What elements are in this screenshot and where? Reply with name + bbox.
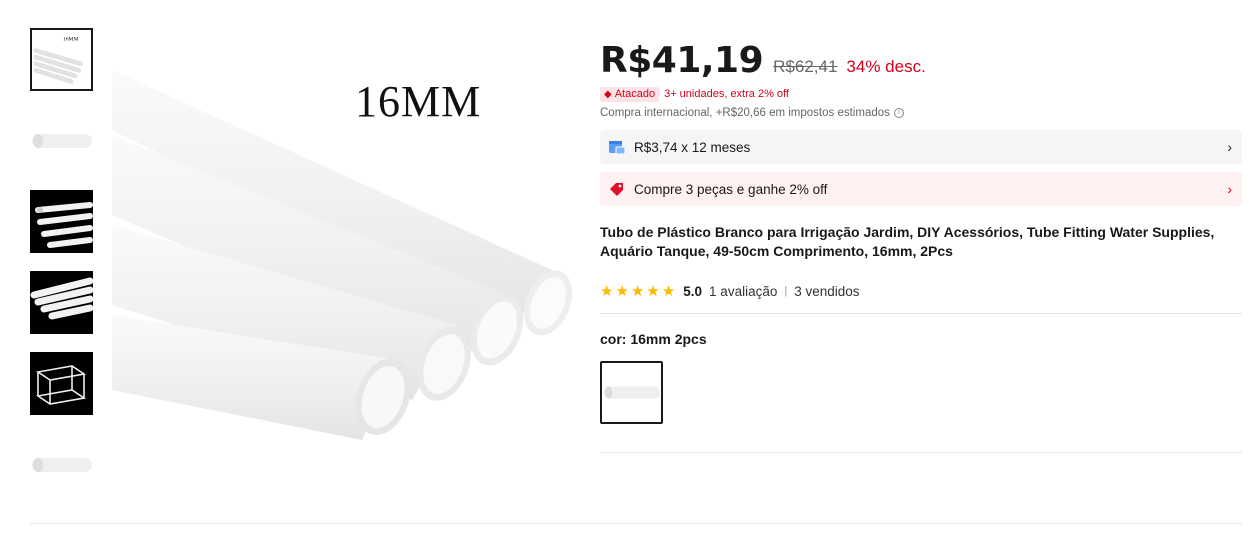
rating-row[interactable]: ★ ★ ★ ★ ★ 5.0 1 avaliação | 3 vendidos — [600, 281, 1242, 301]
coupon-tag-icon — [608, 180, 626, 198]
thumbnail-1[interactable]: 16MM — [30, 28, 93, 91]
thumbnail-2[interactable] — [30, 109, 93, 172]
import-tax-text: Compra internacional, +R$20,66 em impost… — [600, 107, 890, 119]
chevron-right-icon: › — [1227, 181, 1232, 197]
separator: | — [784, 285, 788, 297]
pipes-black-background-thumbnail — [30, 190, 93, 253]
installments-bar[interactable]: R$3,74 x 12 meses › — [600, 130, 1242, 164]
aquarium-frame-thumbnail — [30, 352, 93, 415]
sold-count: 3 vendidos — [794, 283, 860, 299]
thumbnail-size-label: 16MM — [63, 36, 79, 42]
promo-bar[interactable]: Compre 3 peças e ganhe 2% off › — [600, 172, 1242, 206]
wholesale-row: ◆ Atacado 3+ unidades, extra 2% off — [600, 86, 1242, 102]
star-icon: ★ — [615, 282, 629, 300]
original-price: R$62,41 — [773, 57, 838, 76]
main-product-image[interactable] — [112, 60, 582, 480]
info-icon[interactable]: i — [893, 108, 904, 118]
discount-label: 34% desc. — [846, 57, 926, 76]
star-icon: ★ — [630, 282, 645, 300]
thumbnail-gallery: 16MM — [30, 28, 95, 514]
wholesale-text: 3+ unidades, extra 2% off — [664, 88, 789, 100]
product-info: R$41,19 R$62,41 34% desc. ◆ Atacado 3+ u… — [600, 40, 1242, 453]
star-rating: ★ ★ ★ ★ ★ — [600, 284, 675, 299]
chevron-right-icon: › — [1227, 139, 1232, 155]
star-icon: ★ — [661, 282, 676, 300]
reviews-count[interactable]: 1 avaliação — [709, 284, 777, 299]
star-icon: ★ — [646, 282, 660, 300]
price-row: R$41,19 R$62,41 34% desc. — [600, 40, 1242, 82]
single-pipe-swatch-image — [602, 363, 661, 422]
wholesale-badge: ◆ Atacado — [600, 86, 660, 102]
thumbnail-6[interactable] — [30, 433, 93, 496]
import-tax-row: Compra internacional, +R$20,66 em impost… — [600, 105, 1242, 121]
color-label-row: cor: 16mm 2pcs — [600, 331, 1242, 347]
thumbnail-5[interactable] — [30, 352, 93, 415]
pipes-bundle-16mm-thumbnail: 16MM — [32, 30, 91, 89]
single-pipe-thumbnail — [30, 433, 93, 496]
calendar-card-icon — [608, 138, 626, 156]
current-price: R$41,19 — [600, 40, 764, 81]
single-pipe-thumbnail — [30, 109, 93, 172]
color-label: cor: — [600, 331, 627, 347]
rating-value: 5.0 — [683, 283, 703, 299]
star-icon: ★ — [600, 282, 614, 300]
white-pipes-image — [112, 60, 582, 480]
color-swatch-16mm-2pcs[interactable] — [600, 361, 663, 424]
divider — [600, 313, 1242, 314]
thumbnail-4[interactable] — [30, 271, 93, 334]
divider — [600, 452, 1242, 453]
product-title: Tubo de Plástico Branco para Irrigação J… — [600, 224, 1215, 259]
installments-label: R$3,74 x 12 meses — [634, 139, 751, 155]
tag-icon: ◆ — [604, 88, 612, 100]
main-image-size-label: 16MM — [355, 77, 482, 126]
section-divider — [30, 523, 1242, 524]
promo-label: Compre 3 peças e ganhe 2% off — [634, 181, 828, 197]
thumbnail-3[interactable] — [30, 190, 93, 253]
color-value: 16mm 2pcs — [630, 331, 707, 347]
pipes-row-black-background-thumbnail — [30, 271, 93, 334]
wholesale-badge-label: Atacado — [614, 88, 656, 100]
